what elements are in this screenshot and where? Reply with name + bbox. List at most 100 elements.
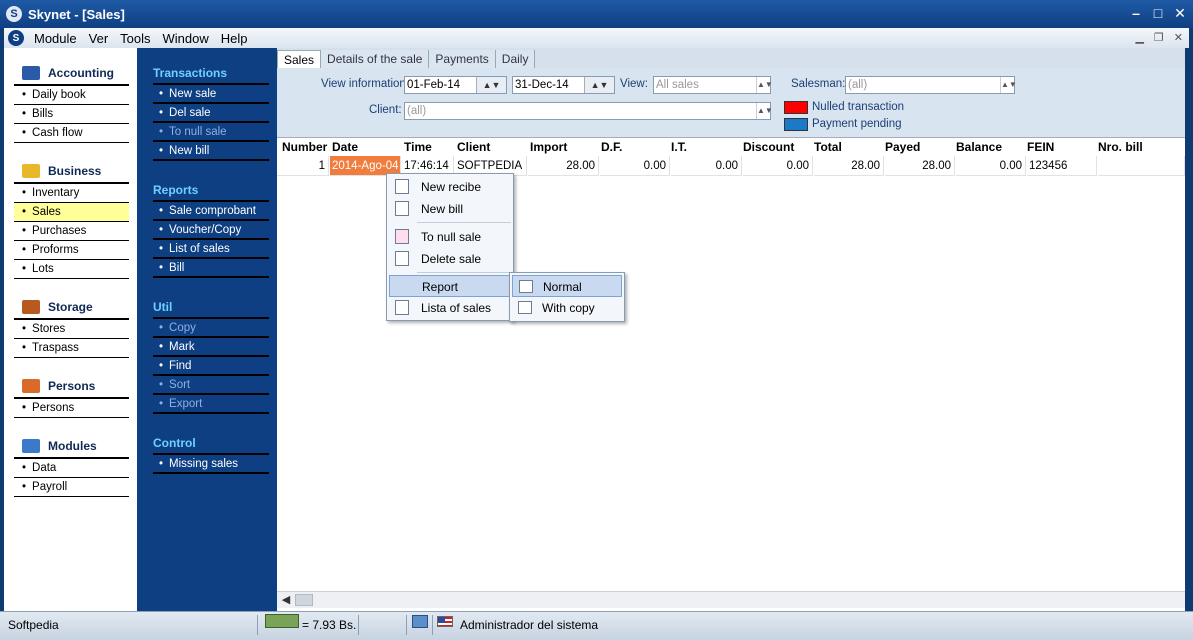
tab-sales[interactable]: Sales	[277, 50, 322, 69]
title-bar: S Skynet - [Sales] – □ ✕	[0, 0, 1193, 28]
menu-window[interactable]: Window	[157, 31, 215, 46]
menu-new-recibe[interactable]: New recibe	[389, 176, 512, 198]
task-pane: Transactions New sale Del sale To null s…	[137, 48, 277, 611]
client-select[interactable]: (all) ▲▼	[404, 102, 773, 120]
task-del-sale[interactable]: Del sale	[153, 104, 269, 123]
menu-lista-of-sales[interactable]: Lista of sales	[389, 297, 512, 319]
date-from-spin-icon[interactable]: ▲▼	[476, 77, 506, 93]
menu-module[interactable]: Module	[28, 31, 83, 46]
menu-ver[interactable]: Ver	[83, 31, 115, 46]
nav-cash-flow[interactable]: Cash flow	[14, 124, 129, 143]
menu-item-label: Delete sale	[421, 252, 482, 266]
mdi-close-icon[interactable]: ✕	[1174, 31, 1183, 44]
submenu-with-copy[interactable]: With copy	[512, 297, 622, 319]
task-missing-sales[interactable]: Missing sales	[153, 455, 269, 474]
mdi-minimize-icon[interactable]: ▁	[1135, 31, 1143, 44]
cell-payed[interactable]: 28.00	[885, 156, 955, 176]
close-icon[interactable]: ✕	[1173, 6, 1187, 20]
menu-report[interactable]: Report	[389, 275, 512, 297]
task-new-bill[interactable]: New bill	[153, 142, 269, 161]
menu-item-label: Lista of sales	[421, 301, 492, 315]
view-label: View:	[620, 78, 648, 90]
col-discount[interactable]: Discount	[743, 138, 794, 156]
col-import[interactable]: Import	[530, 138, 567, 156]
nav-payroll[interactable]: Payroll	[14, 478, 129, 497]
legend-pending-label: Payment pending	[812, 118, 902, 130]
nav-lots[interactable]: Lots	[14, 260, 129, 279]
sales-main-area: Sales Details of the sale Payments Daily…	[277, 48, 1185, 611]
cell-nro-bill[interactable]	[1098, 156, 1185, 176]
tab-details-of-the-sale[interactable]: Details of the sale	[321, 50, 430, 68]
col-df[interactable]: D.F.	[601, 138, 622, 156]
nav-data[interactable]: Data	[14, 459, 129, 478]
col-payed[interactable]: Payed	[885, 138, 920, 156]
tab-payments[interactable]: Payments	[429, 50, 496, 68]
task-copy[interactable]: Copy	[153, 319, 269, 338]
task-sale-comprobant[interactable]: Sale comprobant	[153, 202, 269, 221]
section-title: Business	[48, 164, 102, 178]
cell-it[interactable]: 0.00	[671, 156, 742, 176]
scroll-left-icon[interactable]: ◀	[279, 593, 293, 607]
menu-delete-sale[interactable]: Delete sale	[389, 248, 512, 270]
submenu-normal[interactable]: Normal	[512, 275, 622, 297]
cell-df[interactable]: 0.00	[600, 156, 670, 176]
app-menu-icon[interactable]: S	[8, 30, 24, 46]
task-sort[interactable]: Sort	[153, 376, 269, 395]
view-select[interactable]: All sales ▲▼	[653, 76, 773, 94]
cell-import[interactable]: 28.00	[528, 156, 599, 176]
section-title: Persons	[48, 379, 96, 393]
task-bill[interactable]: Bill	[153, 259, 269, 278]
menu-to-null-sale[interactable]: To null sale	[389, 226, 512, 248]
col-total[interactable]: Total	[814, 138, 842, 156]
nav-persons[interactable]: Persons	[14, 399, 129, 418]
horizontal-scrollbar[interactable]: ◀	[277, 591, 1185, 608]
context-menu: New recibe New bill To null sale Delete …	[386, 173, 514, 321]
date-from-field[interactable]: 01-Feb-14 ▲▼	[404, 76, 507, 94]
task-mark[interactable]: Mark	[153, 338, 269, 357]
cell-discount[interactable]: 0.00	[743, 156, 813, 176]
col-fein[interactable]: FEIN	[1027, 138, 1054, 156]
nav-sales[interactable]: Sales	[14, 203, 129, 222]
minimize-icon[interactable]: –	[1129, 6, 1143, 20]
task-voucher-copy[interactable]: Voucher/Copy	[153, 221, 269, 240]
null-sale-icon	[395, 229, 409, 244]
task-section-control: Control Missing sales	[153, 433, 269, 474]
task-list-of-sales[interactable]: List of sales	[153, 240, 269, 259]
cell-fein[interactable]: 123456	[1027, 156, 1097, 176]
menu-help[interactable]: Help	[215, 31, 254, 46]
salesman-select[interactable]: (all) ▲▼	[845, 76, 1017, 94]
task-section-title: Util	[153, 300, 173, 314]
task-export[interactable]: Export	[153, 395, 269, 414]
nav-purchases[interactable]: Purchases	[14, 222, 129, 241]
col-balance[interactable]: Balance	[956, 138, 1002, 156]
cell-total[interactable]: 28.00	[814, 156, 884, 176]
legend-nulled-label: Nulled transaction	[812, 101, 905, 113]
cell-number[interactable]: 1	[277, 156, 329, 176]
tab-daily[interactable]: Daily	[495, 50, 536, 68]
date-to-field[interactable]: 31-Dec-14 ▲▼	[512, 76, 615, 94]
col-it[interactable]: I.T.	[671, 138, 687, 156]
col-nro-bill[interactable]: Nro. bill	[1098, 138, 1143, 156]
col-client[interactable]: Client	[457, 138, 490, 156]
col-date[interactable]: Date	[332, 138, 358, 156]
nav-daily-book[interactable]: Daily book	[14, 86, 129, 105]
nav-traspass[interactable]: Traspass	[14, 339, 129, 358]
menu-tools[interactable]: Tools	[114, 31, 156, 46]
nav-bills[interactable]: Bills	[14, 105, 129, 124]
menu-separator	[417, 272, 511, 273]
cell-balance[interactable]: 0.00	[956, 156, 1026, 176]
nav-stores[interactable]: Stores	[14, 320, 129, 339]
col-number[interactable]: Number	[282, 138, 327, 156]
maximize-icon[interactable]: □	[1151, 6, 1165, 20]
task-to-null-sale[interactable]: To null sale	[153, 123, 269, 142]
col-time[interactable]: Time	[404, 138, 432, 156]
scroll-thumb[interactable]	[295, 594, 313, 606]
tab-strip: Sales Details of the sale Payments Daily	[277, 48, 1185, 69]
mdi-restore-icon[interactable]: ❐	[1154, 31, 1164, 44]
task-find[interactable]: Find	[153, 357, 269, 376]
task-new-sale[interactable]: New sale	[153, 85, 269, 104]
date-to-spin-icon[interactable]: ▲▼	[584, 77, 614, 93]
nav-inventary[interactable]: Inventary	[14, 184, 129, 203]
menu-new-bill[interactable]: New bill	[389, 198, 512, 220]
nav-proforms[interactable]: Proforms	[14, 241, 129, 260]
